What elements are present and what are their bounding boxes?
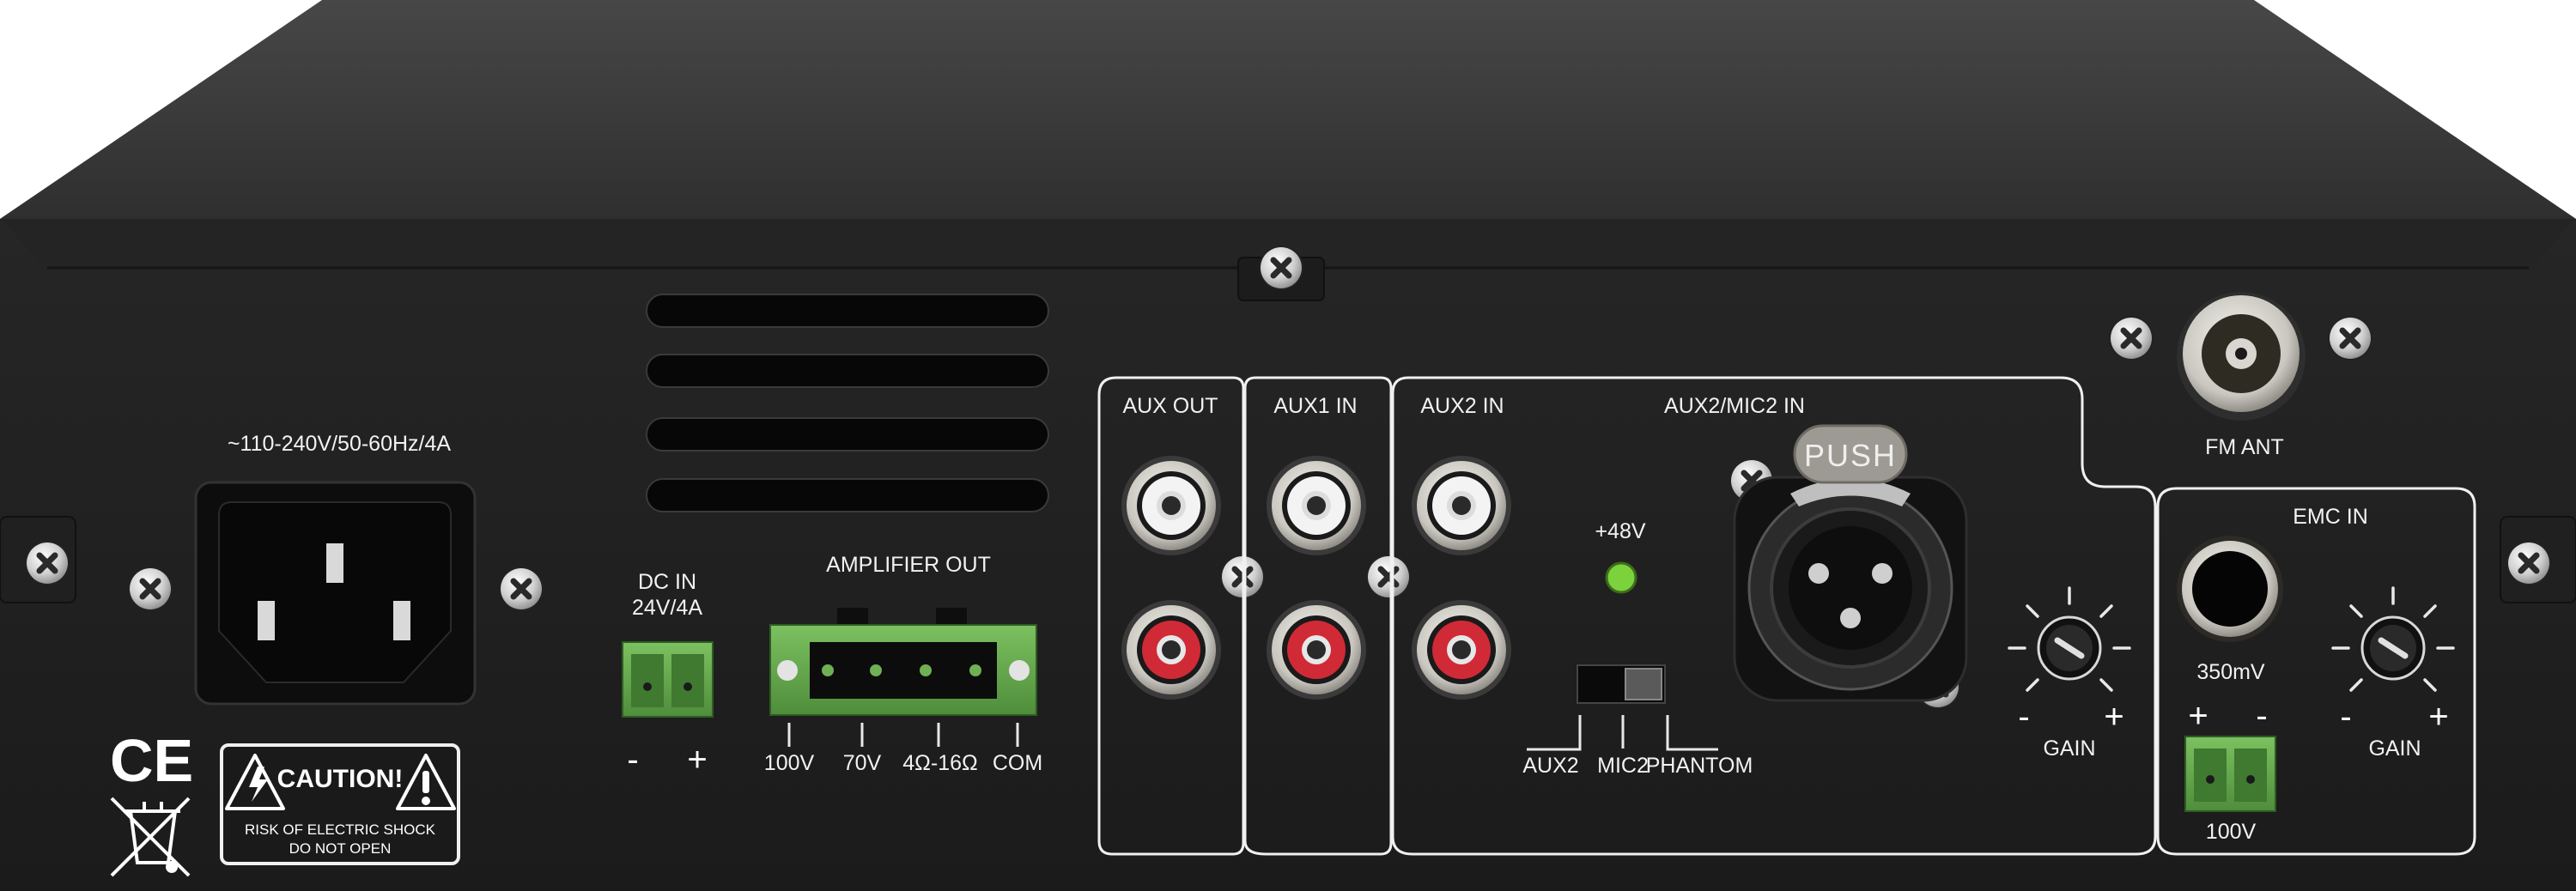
screw-icon xyxy=(499,567,544,611)
fm-ant-label: FM ANT xyxy=(2205,435,2284,459)
power-rating-label: ~110-240V/50-60Hz/4A xyxy=(228,432,451,456)
gain-minus-sign: - xyxy=(2018,698,2029,736)
aux-out-label: AUX OUT xyxy=(1122,394,1218,418)
out-100v-label: 100V xyxy=(764,751,815,775)
screw-icon xyxy=(2328,316,2372,361)
screw-icon xyxy=(2506,541,2551,585)
out-com-label: COM xyxy=(993,751,1042,775)
switch-phantom-label: PHANTOM xyxy=(1646,754,1753,778)
chassis-top xyxy=(0,0,2576,219)
phantom-48v-label: +48V xyxy=(1595,519,1645,543)
emc-gain-label: GAIN xyxy=(2368,736,2421,761)
rca-jack-icon[interactable] xyxy=(1267,600,1366,700)
emc-gain-minus-sign: - xyxy=(2340,698,2351,736)
amplifier-out-label: AMPLIFIER OUT xyxy=(826,553,991,577)
rca-jack-icon[interactable] xyxy=(1267,456,1366,555)
screw-icon xyxy=(25,541,70,585)
amplifier-rear-panel: ~110-240V/50-60Hz/4A DC IN 24V/4A - + AM… xyxy=(0,0,2576,891)
emc-level-label: 350mV xyxy=(2196,660,2265,684)
out-4-16ohm-label: 4Ω-16Ω xyxy=(902,751,977,775)
rca-jack-icon[interactable] xyxy=(1412,456,1511,555)
emc-terminal[interactable] xyxy=(2184,736,2276,812)
screw-icon xyxy=(1366,555,1411,599)
screw-icon xyxy=(128,567,173,611)
switch-mic2-label: MIC2 xyxy=(1597,754,1649,778)
quarter-inch-jack-icon[interactable] xyxy=(2177,536,2283,642)
phantom-led xyxy=(1605,561,1637,594)
dc-in-label: DC IN xyxy=(638,570,696,594)
iec-power-socket-icon[interactable] xyxy=(194,481,477,706)
out-70v-label: 70V xyxy=(843,751,882,775)
dc-in-terminal[interactable] xyxy=(622,641,714,718)
aux2-mic2-in-label: AUX2/MIC2 IN xyxy=(1664,394,1805,418)
xlr-push-latch[interactable]: PUSH xyxy=(1793,424,1908,484)
caution-line-1: RISK OF ELECTRIC SHOCK xyxy=(245,821,436,838)
emc-plus-sign: + xyxy=(2188,697,2208,735)
dc-in-rating: 24V/4A xyxy=(632,596,702,620)
caution-label: CAUTION! RISK OF ELECTRIC SHOCK DO NOT O… xyxy=(220,743,460,865)
caution-title: CAUTION! xyxy=(277,765,404,793)
coax-jack-icon[interactable] xyxy=(2177,292,2306,421)
aux2-in-label: AUX2 IN xyxy=(1420,394,1504,418)
rca-jack-icon[interactable] xyxy=(1412,600,1511,700)
screw-icon xyxy=(1259,245,1303,290)
dc-minus-sign: - xyxy=(627,741,638,779)
emc-minus-sign: - xyxy=(2256,697,2267,735)
emc-in-label: EMC IN xyxy=(2293,505,2368,529)
dc-plus-sign: + xyxy=(687,741,707,779)
caution-line-2: DO NOT OPEN xyxy=(289,840,392,857)
rca-jack-icon[interactable] xyxy=(1121,456,1221,555)
aux1-in-label: AUX1 IN xyxy=(1273,394,1357,418)
input-selector-switch[interactable] xyxy=(1577,664,1666,704)
emc-gain-plus-sign: + xyxy=(2428,698,2448,736)
push-label: PUSH xyxy=(1804,438,1897,473)
rca-jack-icon[interactable] xyxy=(1121,600,1221,700)
switch-aux2-label: AUX2 xyxy=(1522,754,1578,778)
ce-mark: CE xyxy=(110,727,193,794)
xlr-jack-icon[interactable] xyxy=(1733,476,1968,702)
gain-plus-sign: + xyxy=(2104,698,2123,736)
emc-terminal-label: 100V xyxy=(2206,820,2257,844)
screw-icon xyxy=(2109,316,2154,361)
gain-label: GAIN xyxy=(2043,736,2095,761)
